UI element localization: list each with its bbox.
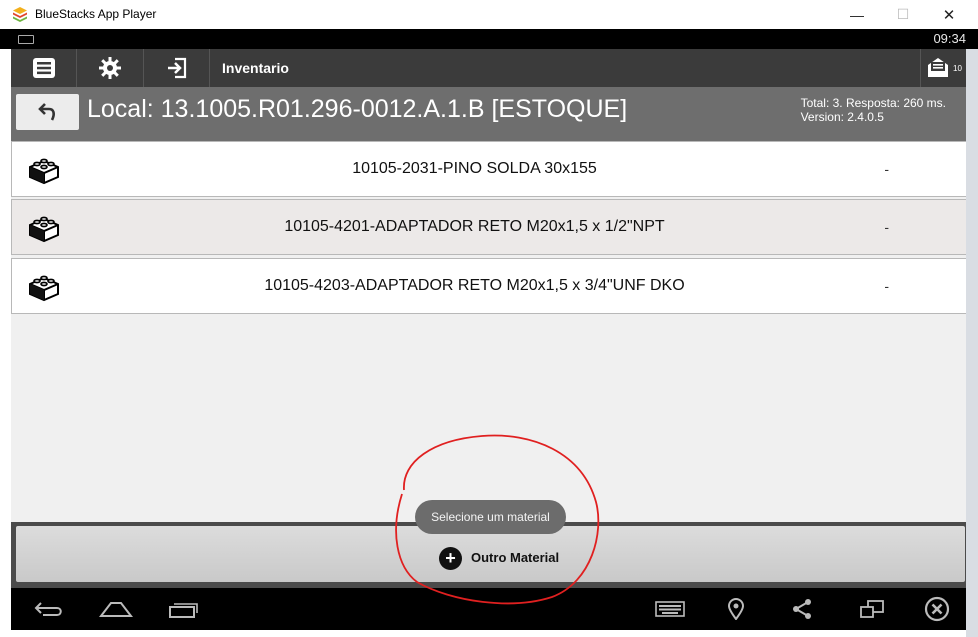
plus-circle-icon: + — [439, 547, 462, 570]
nav-home-button[interactable] — [98, 596, 134, 622]
list-item[interactable]: 10105-4203-ADAPTADOR RETO M20x1,5 x 3/4"… — [11, 258, 968, 314]
nav-recents-button[interactable] — [165, 596, 201, 622]
background-desktop-edge — [966, 49, 978, 637]
keyboard-icon — [655, 601, 685, 617]
window-title: BlueStacks App Player — [35, 7, 157, 21]
share-button[interactable] — [784, 596, 820, 622]
toolbar-title: Inventario — [222, 60, 289, 76]
close-button[interactable]: ✕ — [926, 0, 972, 29]
keyboard-indicator-icon — [18, 35, 34, 44]
menu-button[interactable] — [11, 49, 77, 87]
keyboard-button[interactable] — [652, 596, 688, 622]
lego-brick-icon — [29, 158, 59, 185]
item-value: - — [884, 278, 889, 294]
back-button[interactable] — [16, 94, 79, 130]
logout-button[interactable] — [144, 49, 210, 87]
recent-apps-icon — [169, 603, 198, 618]
settings-button[interactable] — [77, 49, 144, 87]
minimize-button[interactable]: — — [834, 0, 880, 29]
android-nav-bar — [11, 588, 966, 630]
other-material-button[interactable]: + Outro Material — [16, 526, 965, 582]
lego-brick-icon — [29, 275, 59, 302]
window-resize-icon — [860, 600, 884, 618]
lego-brick-icon — [29, 216, 59, 243]
material-list: 10105-2031-PINO SOLDA 30x155 - 10105-420… — [11, 141, 968, 522]
back-arrow-icon — [37, 103, 55, 121]
item-value: - — [884, 219, 889, 235]
share-icon — [793, 599, 811, 619]
map-pin-icon — [727, 598, 745, 620]
menu-list-icon — [32, 58, 55, 78]
status-clock: 09:34 — [933, 31, 966, 46]
version-text: Version: 2.4.0.5 — [800, 110, 884, 124]
window-titlebar: BlueStacks App Player — ☐ ✕ — [0, 0, 978, 30]
nav-back-button[interactable] — [31, 596, 67, 622]
close-app-button[interactable] — [919, 596, 955, 622]
location-header: Local: 13.1005.R01.296-0012.A.1.B [ESTOQ… — [11, 87, 966, 141]
item-name: 10105-2031-PINO SOLDA 30x155 — [352, 160, 597, 177]
envelope-icon — [928, 58, 949, 77]
list-item[interactable]: 10105-2031-PINO SOLDA 30x155 - — [11, 141, 968, 197]
message-count-badge: 10 — [953, 63, 962, 73]
close-circle-icon — [924, 596, 950, 622]
bluestacks-window: BlueStacks App Player — ☐ ✕ 09:34 Invent… — [0, 0, 978, 637]
app-toolbar: Inventario 10 — [11, 49, 966, 87]
android-status-bar: 09:34 — [0, 29, 978, 49]
sign-in-icon — [167, 57, 186, 79]
response-info: Total: 3. Resposta: 260 ms. Version: 2.4… — [801, 96, 946, 124]
item-name: 10105-4201-ADAPTADOR RETO M20x1,5 x 1/2"… — [284, 218, 665, 235]
location-title: Local: 13.1005.R01.296-0012.A.1.B [ESTOQ… — [87, 95, 628, 123]
bluestacks-logo-icon — [13, 7, 27, 22]
item-name: 10105-4203-ADAPTADOR RETO M20x1,5 x 3/4"… — [264, 277, 685, 294]
location-button[interactable] — [718, 596, 754, 622]
messages-button[interactable]: 10 — [920, 49, 966, 87]
home-icon — [99, 602, 133, 617]
total-response-text: Total: 3. Resposta: 260 ms. — [800, 96, 946, 110]
gear-icon — [99, 57, 121, 79]
other-material-label: Outro Material — [471, 550, 560, 565]
toast-message: Selecione um material — [415, 500, 566, 534]
screen-resize-button[interactable] — [854, 596, 890, 622]
back-icon — [34, 602, 62, 616]
list-item[interactable]: 10105-4201-ADAPTADOR RETO M20x1,5 x 1/2"… — [11, 199, 968, 255]
maximize-button[interactable]: ☐ — [880, 0, 926, 29]
item-value: - — [884, 161, 889, 177]
